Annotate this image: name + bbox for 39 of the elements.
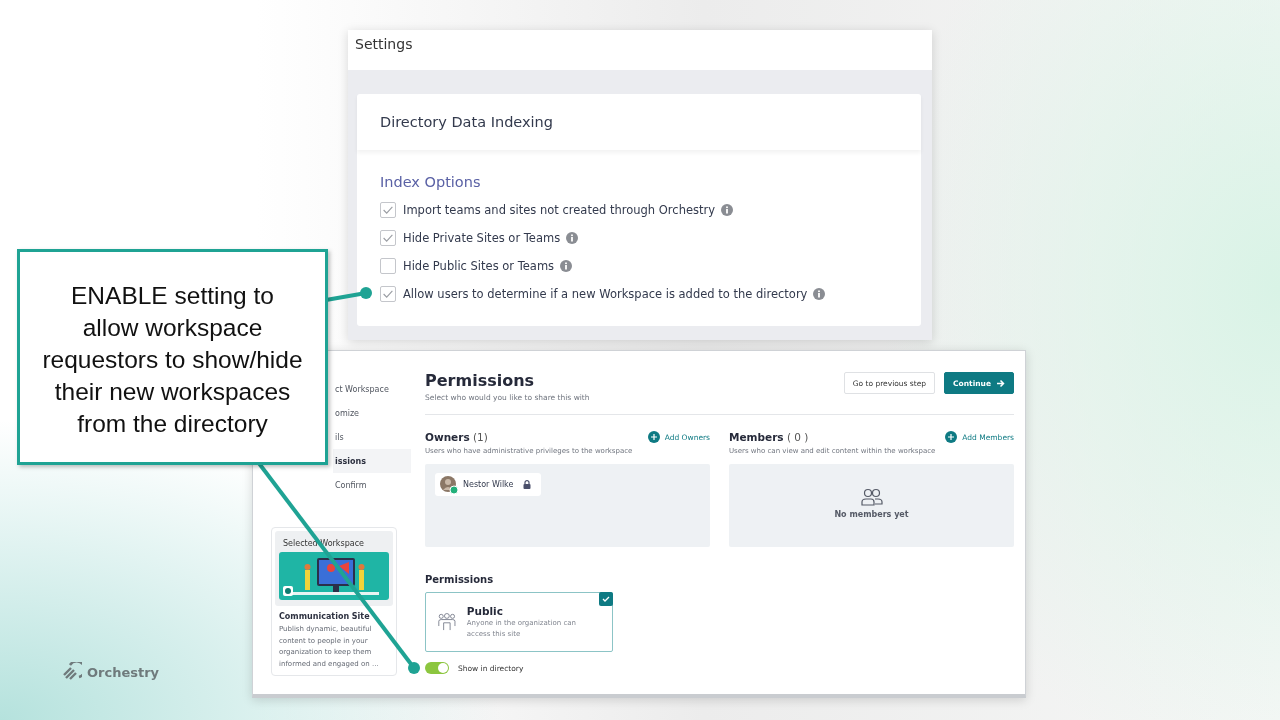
arrow-right-icon [996, 378, 1005, 388]
section-title: Directory Data Indexing [357, 94, 921, 150]
window-title: Settings [354, 35, 414, 54]
option-label: Hide Private Sites or Teams [403, 231, 561, 245]
avatar-icon [440, 475, 458, 494]
step-item[interactable]: Confirm [333, 473, 411, 497]
page-title: Permissions [425, 371, 536, 390]
people-icon [860, 488, 883, 506]
toggle-switch[interactable] [425, 662, 449, 674]
logo-icon [62, 662, 82, 682]
check-icon [599, 592, 613, 606]
group-title: Index Options [380, 174, 482, 190]
info-icon [813, 288, 826, 300]
checkbox[interactable] [380, 258, 396, 274]
checkbox[interactable] [380, 286, 396, 302]
section-heading: Owners (1) [425, 431, 488, 443]
checkbox[interactable] [380, 202, 396, 218]
step-item[interactable]: ct Workspace [333, 377, 411, 401]
step-item[interactable]: omize [333, 401, 411, 425]
info-icon [566, 232, 579, 244]
checkbox[interactable] [380, 230, 396, 246]
leader-line [325, 287, 372, 302]
info-icon [721, 204, 734, 216]
option-label: Hide Public Sites or Teams [403, 259, 555, 273]
info-icon [560, 260, 573, 272]
empty-message: No members yet [834, 510, 909, 519]
logo-text: Orchestry [87, 664, 160, 680]
step-item[interactable]: ils [333, 425, 411, 449]
plus-icon [647, 431, 660, 443]
section-heading: Members ( 0 ) [729, 431, 809, 443]
section-heading: Permissions [425, 574, 495, 585]
option-label: Allow users to determine if a new Workspace is added to the directory [403, 287, 808, 301]
plus-icon [945, 431, 958, 443]
step-item[interactable]: issions [333, 449, 411, 473]
group-icon [438, 611, 456, 633]
callout-text: ENABLE setting to allow workspace requestors to show/hide their new workspaces from the directory [17, 249, 328, 465]
person-chip[interactable]: Nestor Wilke [435, 473, 542, 496]
option-label: Import teams and sites not created through Orchestry [403, 203, 716, 217]
workspace-name: Communication Site [279, 612, 371, 621]
